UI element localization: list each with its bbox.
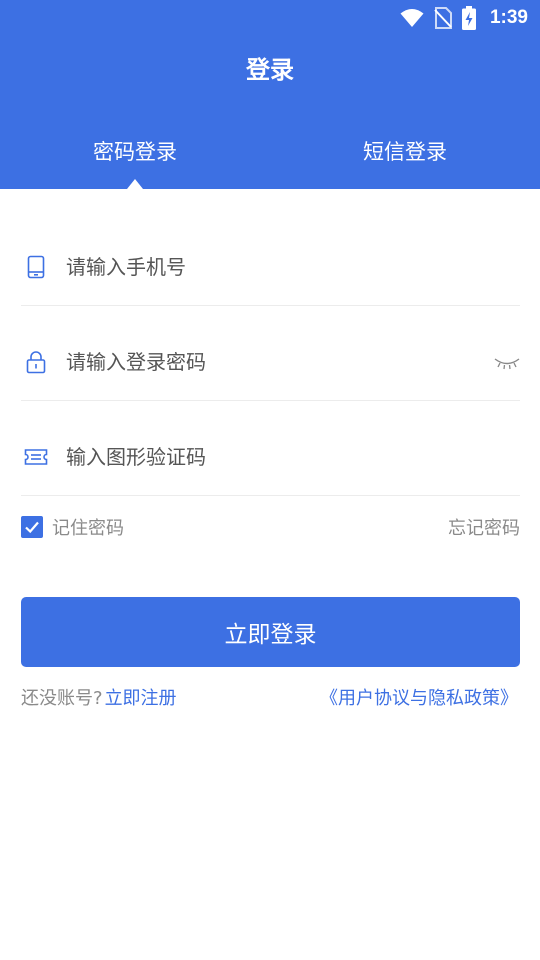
lock-icon	[26, 351, 46, 374]
remember-password-toggle[interactable]: 记住密码	[21, 514, 124, 540]
page-title: 登录	[246, 56, 294, 84]
captcha-input[interactable]	[66, 439, 466, 475]
remember-checkbox[interactable]	[21, 516, 43, 538]
battery-charging-icon	[461, 6, 476, 30]
tab-password-login[interactable]: 密码登录	[0, 136, 270, 166]
ticket-icon	[24, 449, 48, 465]
active-tab-indicator	[127, 179, 143, 189]
header: 1:39 登录 密码登录 短信登录	[0, 0, 540, 189]
no-sim-icon	[434, 7, 452, 29]
check-icon	[25, 521, 39, 534]
phone-field-row	[21, 211, 520, 306]
phone-icon	[27, 255, 45, 279]
user-agreement-link[interactable]: 《用户协议与隐私政策》	[320, 684, 518, 710]
remember-label: 记住密码	[52, 518, 124, 539]
phone-input[interactable]	[66, 249, 466, 285]
wifi-icon	[400, 9, 424, 27]
eye-closed-icon[interactable]	[494, 356, 520, 370]
no-account-label: 还没账号?	[21, 688, 103, 709]
tab-sms-login[interactable]: 短信登录	[270, 136, 540, 166]
password-input[interactable]	[66, 344, 466, 380]
register-link[interactable]: 立即注册	[105, 684, 177, 710]
login-button[interactable]: 立即登录	[21, 597, 520, 667]
status-bar: 1:39	[0, 0, 540, 36]
status-time: 1:39	[489, 7, 528, 28]
register-row: 还没账号? 立即注册	[21, 684, 177, 710]
password-field-row	[21, 306, 520, 401]
captcha-field-row	[21, 401, 520, 496]
forgot-password-link[interactable]: 忘记密码	[448, 514, 520, 540]
status-icons: 1:39	[400, 4, 528, 32]
